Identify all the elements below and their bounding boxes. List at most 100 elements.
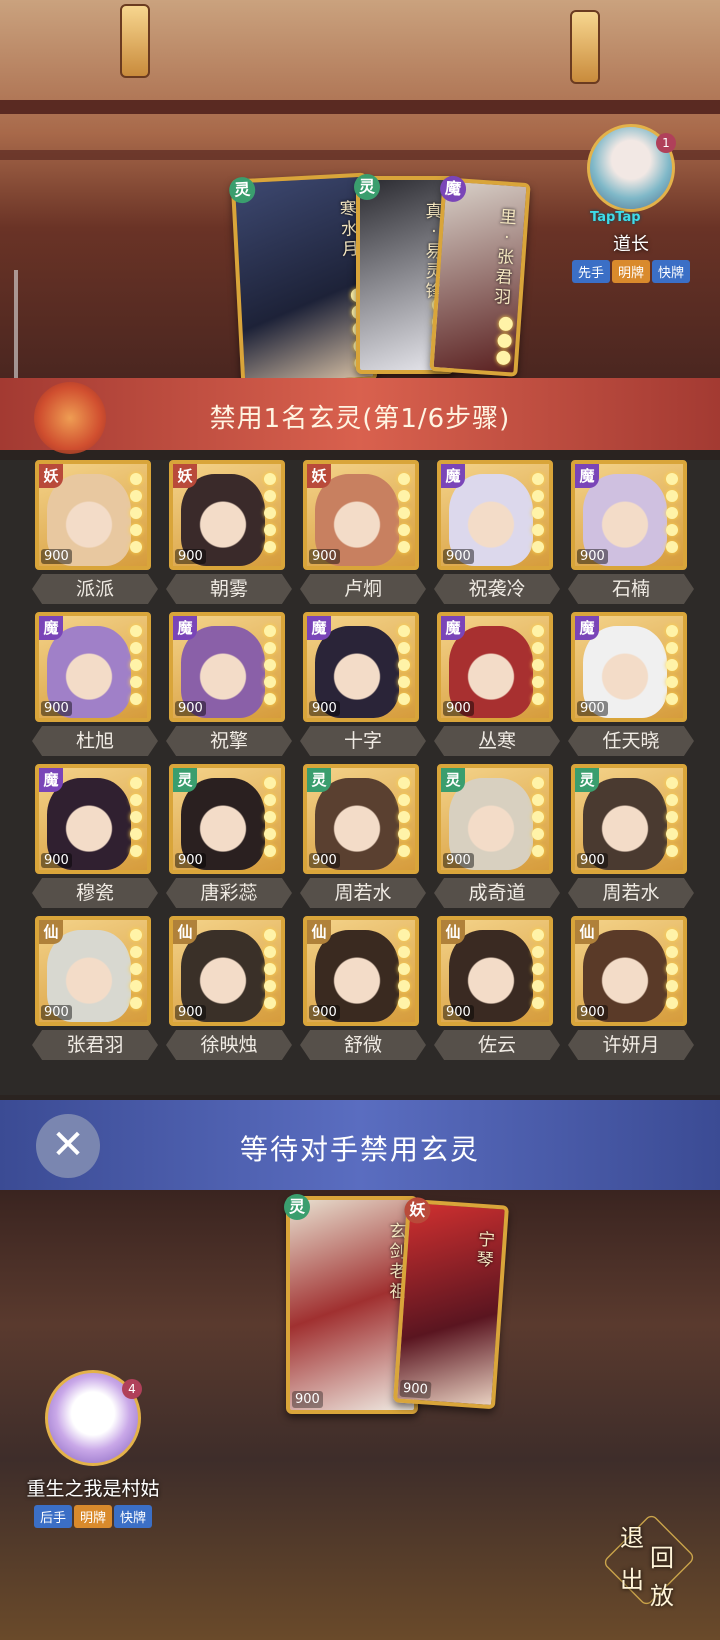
roster-card[interactable]: 灵 900 周若水 <box>300 764 426 914</box>
roster-card[interactable]: 仙 900 许妍月 <box>568 916 694 1066</box>
card-cost: 900 <box>309 1005 340 1020</box>
faction-badge: 妖 <box>307 464 331 488</box>
roster-portrait[interactable]: 魔 900 <box>571 460 687 570</box>
roster-portrait[interactable]: 灵 900 <box>303 764 419 874</box>
roster-portrait[interactable]: 魔 900 <box>437 612 553 722</box>
roster-card[interactable]: 魔 900 杜旭 <box>32 612 158 762</box>
roster-portrait[interactable]: 魔 900 <box>35 612 151 722</box>
roster-card[interactable]: 魔 900 穆瓷 <box>32 764 158 914</box>
opponent-tags: 先手 明牌 快牌 <box>556 260 706 283</box>
roster-card[interactable]: 灵 900 唐彩蕊 <box>166 764 292 914</box>
roster-name: 许妍月 <box>568 1030 694 1060</box>
roster-card[interactable]: 灵 900 成奇道 <box>434 764 560 914</box>
star-rating <box>261 620 279 710</box>
roster-name: 舒微 <box>300 1030 426 1060</box>
player-selected-cards: 灵 玄剑老祖 900 妖 宁琴 900 <box>284 1194 509 1414</box>
player-profile[interactable]: 4 重生之我是村姑 后手 明牌 快牌 <box>8 1370 178 1528</box>
roster-card[interactable]: 仙 900 徐映烛 <box>166 916 292 1066</box>
level-badge: 1 <box>656 133 676 153</box>
waiting-status-bar: ✕ 等待对手禁用玄灵 <box>0 1100 720 1190</box>
faction-badge: 灵 <box>284 1194 310 1220</box>
star-rating <box>494 313 516 368</box>
roster-card[interactable]: 仙 900 舒微 <box>300 916 426 1066</box>
roster-name: 丛寒 <box>434 726 560 756</box>
roster-portrait[interactable]: 仙 900 <box>571 916 687 1026</box>
waiting-text: 等待对手禁用玄灵 <box>239 1133 480 1166</box>
roster-card[interactable]: 魔 900 石楠 <box>568 460 694 610</box>
roster-portrait[interactable]: 魔 900 <box>169 612 285 722</box>
faction-badge: 魔 <box>441 616 465 640</box>
roster-portrait[interactable]: 妖 900 <box>303 460 419 570</box>
roster-name: 朝雾 <box>166 574 292 604</box>
faction-badge: 仙 <box>441 920 465 944</box>
opponent-avatar[interactable]: 1 <box>587 124 676 212</box>
roster-card[interactable]: 魔 900 十字 <box>300 612 426 762</box>
roster-portrait[interactable]: 仙 900 <box>303 916 419 1026</box>
roster-portrait[interactable]: 魔 900 <box>571 612 687 722</box>
roster-card[interactable]: 灵 900 周若水 <box>568 764 694 914</box>
card-cost: 900 <box>443 549 474 564</box>
faction-badge: 灵 <box>173 768 197 792</box>
roster-name: 周若水 <box>300 878 426 908</box>
card-cost: 900 <box>309 701 340 716</box>
roster-name: 杜旭 <box>32 726 158 756</box>
star-rating <box>663 772 681 862</box>
card-cost: 900 <box>577 853 608 868</box>
roster-portrait[interactable]: 仙 900 <box>169 916 285 1026</box>
card-cost: 900 <box>41 853 72 868</box>
opponent-profile[interactable]: 1 TapTap 道长 先手 明牌 快牌 <box>556 124 706 284</box>
roster-card[interactable]: 妖 900 朝雾 <box>166 460 292 610</box>
roster-portrait[interactable]: 妖 900 <box>35 460 151 570</box>
exit-replay-button[interactable]: 退 出 回 放 <box>601 1510 697 1610</box>
star-rating <box>395 620 413 710</box>
roster-portrait[interactable]: 仙 900 <box>35 916 151 1026</box>
faction-badge: 仙 <box>575 920 599 944</box>
roster-card[interactable]: 妖 900 卢炯 <box>300 460 426 610</box>
card-cost: 900 <box>41 1005 72 1020</box>
roster-card[interactable]: 仙 900 张君羽 <box>32 916 158 1066</box>
card-name: 宁琴 <box>475 1229 496 1271</box>
roster-portrait[interactable]: 灵 900 <box>571 764 687 874</box>
roster-name: 任天晓 <box>568 726 694 756</box>
card-cost: 900 <box>577 549 608 564</box>
faction-badge: 妖 <box>39 464 63 488</box>
star-rating <box>261 924 279 1014</box>
roster-portrait[interactable]: 仙 900 <box>437 916 553 1026</box>
roster-grid: 妖 900 派派妖 900 朝雾妖 900 卢炯魔 900 祝袭冷魔 900 石楠魔 900 杜旭魔 90… <box>0 460 720 1095</box>
roster-portrait[interactable]: 魔 900 <box>303 612 419 722</box>
level-badge: 4 <box>122 1379 142 1399</box>
card-cost: 900 <box>175 1005 206 1020</box>
star-rating <box>395 468 413 558</box>
beam <box>0 100 720 114</box>
roster-card[interactable]: 魔 900 祝擎 <box>166 612 292 762</box>
star-rating <box>127 924 145 1014</box>
faction-badge: 魔 <box>575 464 599 488</box>
player-avatar[interactable]: 4 <box>45 1370 142 1466</box>
roster-card[interactable]: 魔 900 任天晓 <box>568 612 694 762</box>
star-rating <box>663 468 681 558</box>
roster-card[interactable]: 妖 900 派派 <box>32 460 158 610</box>
roster-name: 祝擎 <box>166 726 292 756</box>
card-cost: 900 <box>175 701 206 716</box>
faction-badge: 仙 <box>39 920 63 944</box>
faction-badge: 仙 <box>307 920 331 944</box>
faction-badge: 灵 <box>307 768 331 792</box>
roster-card[interactable]: 魔 900 丛寒 <box>434 612 560 762</box>
roster-portrait[interactable]: 魔 900 <box>437 460 553 570</box>
roster-portrait[interactable]: 灵 900 <box>169 764 285 874</box>
roster-card[interactable]: 魔 900 祝袭冷 <box>434 460 560 610</box>
star-rating <box>127 468 145 558</box>
roster-portrait[interactable]: 灵 900 <box>437 764 553 874</box>
exit-char: 出 <box>620 1566 644 1594</box>
faction-badge: 灵 <box>354 174 380 200</box>
exit-char: 退 <box>620 1524 644 1552</box>
card-cost: 900 <box>443 853 474 868</box>
faction-badge: 灵 <box>441 768 465 792</box>
roster-name: 石楠 <box>568 574 694 604</box>
roster-portrait[interactable]: 妖 900 <box>169 460 285 570</box>
roster-name: 唐彩蕊 <box>166 878 292 908</box>
roster-card[interactable]: 仙 900 佐云 <box>434 916 560 1066</box>
star-rating <box>663 924 681 1014</box>
roster-portrait[interactable]: 魔 900 <box>35 764 151 874</box>
opponent-selected-cards: 灵 寒水月 灵 真·易灵锋 魔 里·张君羽 <box>228 172 536 388</box>
